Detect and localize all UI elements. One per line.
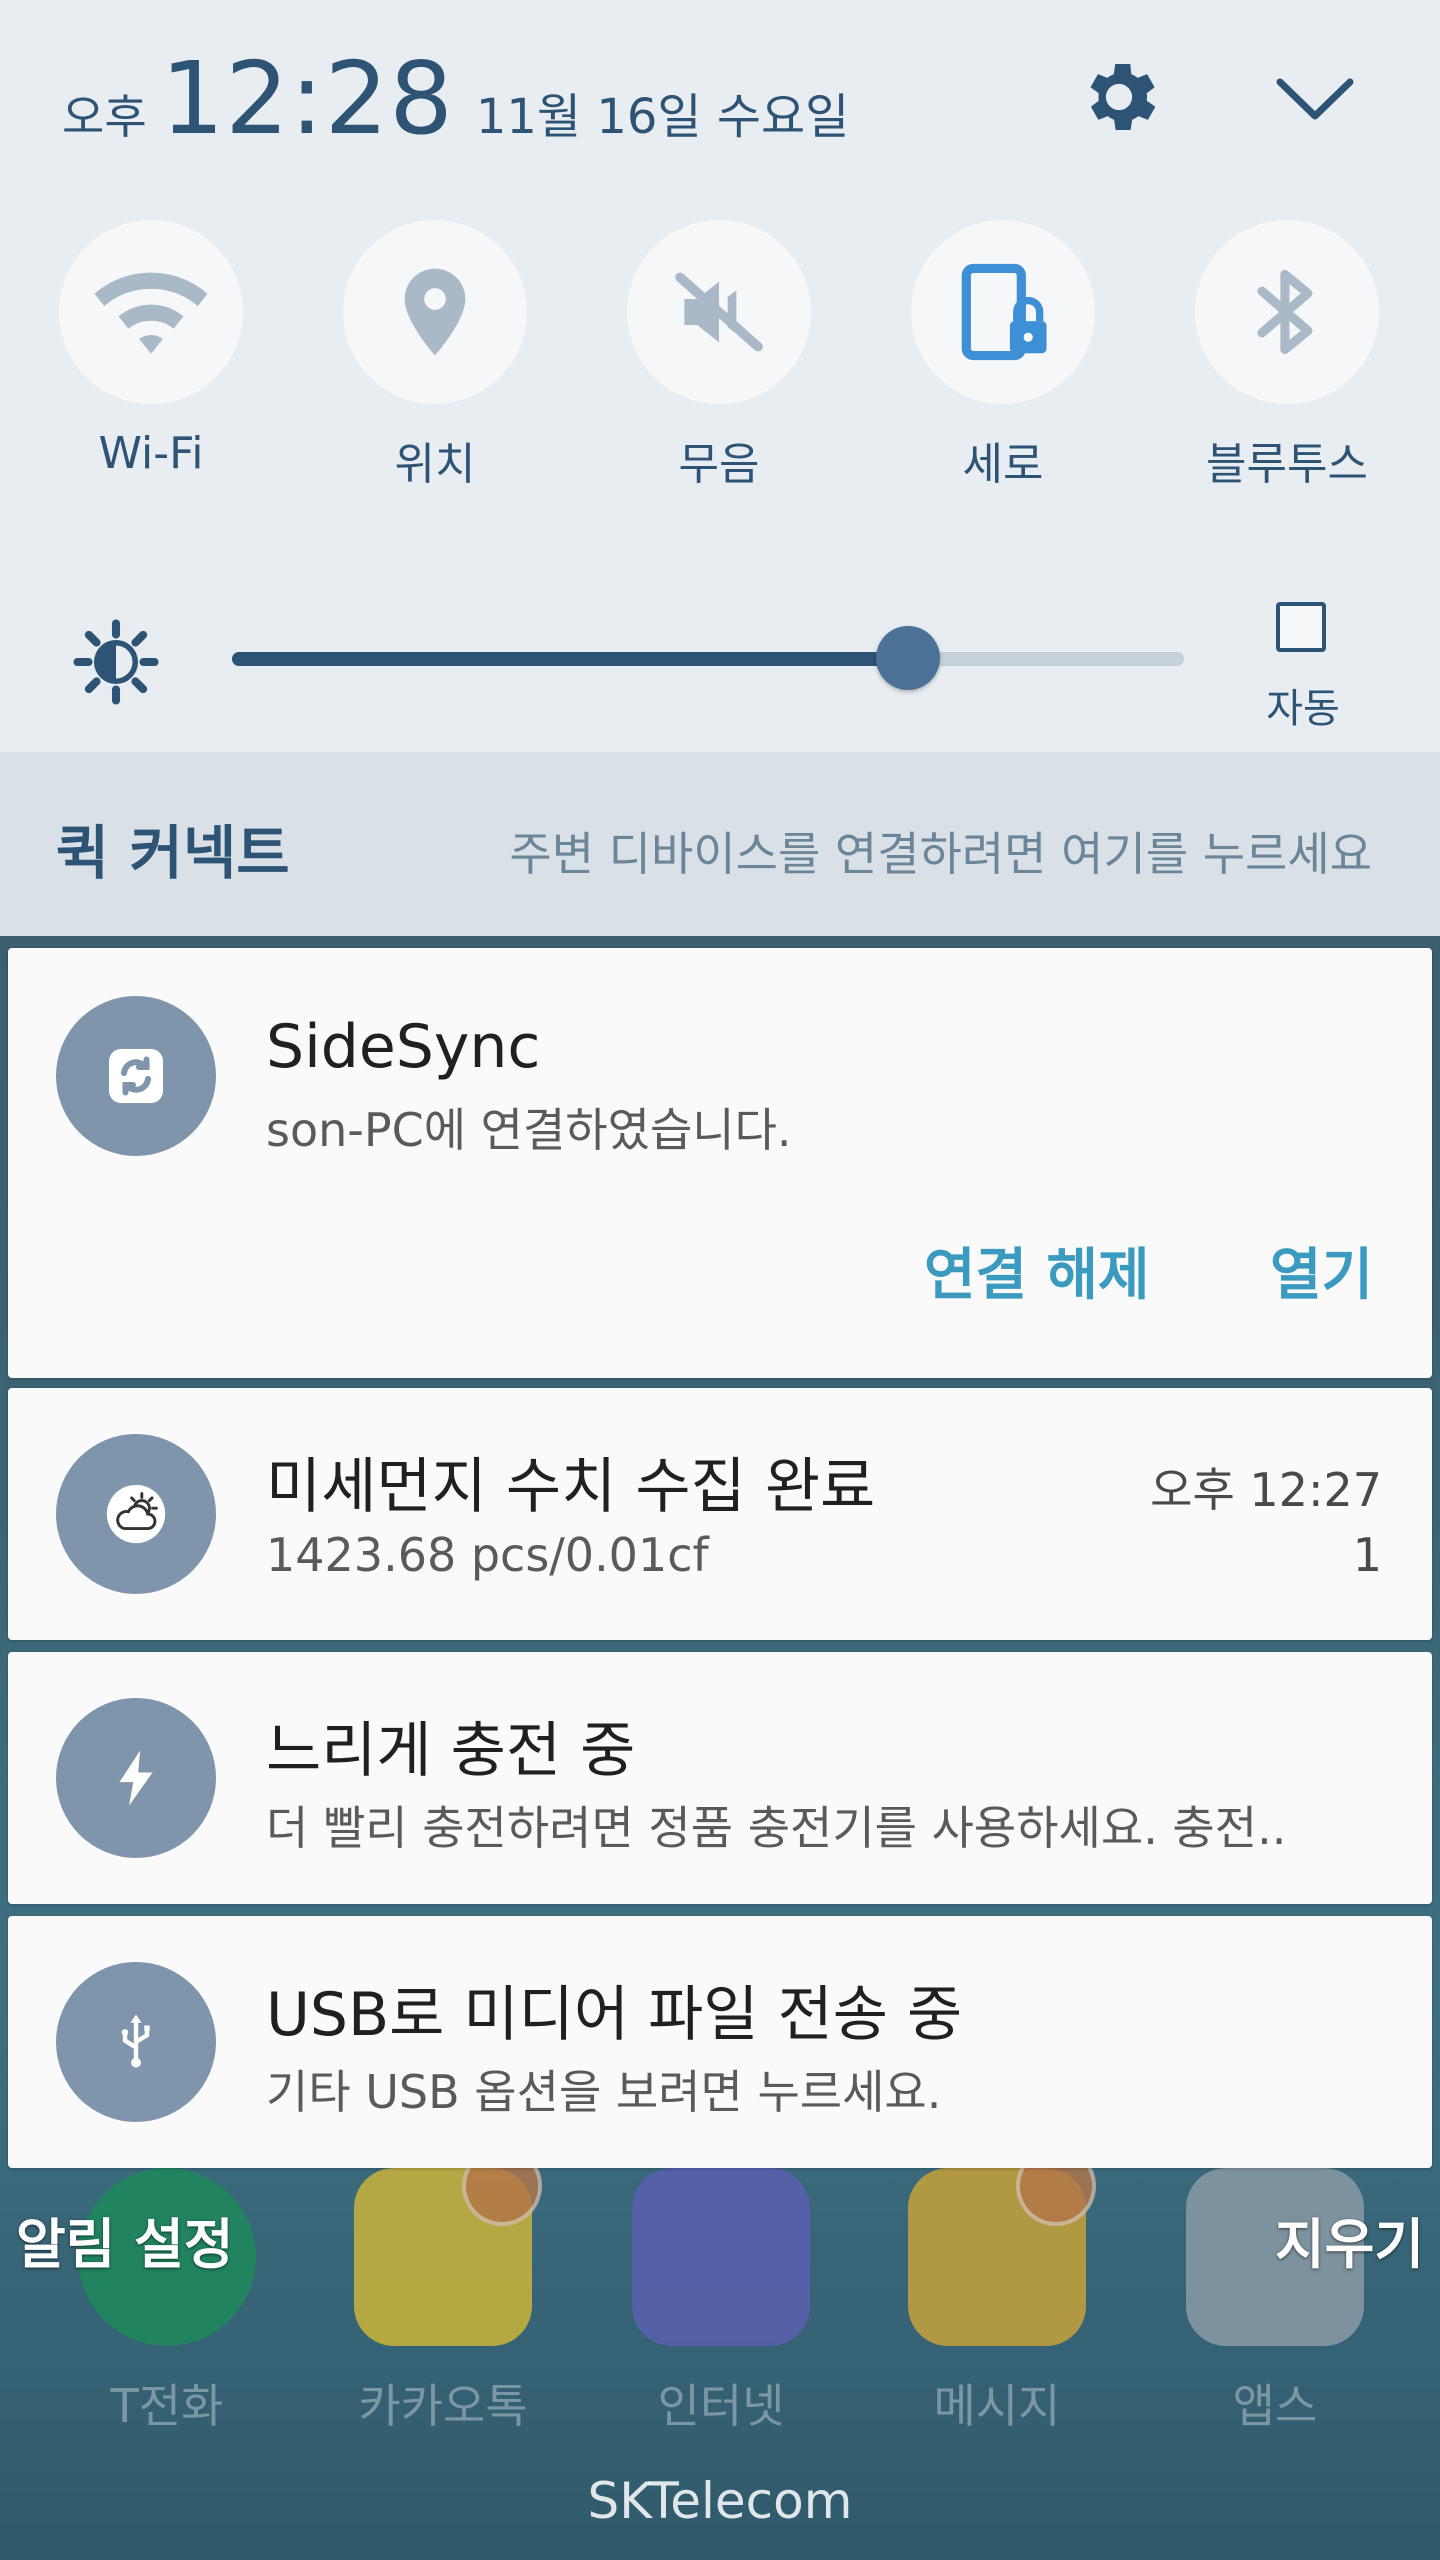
notification-time: 오후 12:27 — [1150, 1463, 1382, 1517]
notification-title: USB로 미디어 파일 전송 중 — [266, 1980, 963, 2050]
qs-label: Wi-Fi — [98, 428, 204, 479]
sidesync-icon — [56, 996, 216, 1156]
qs-label: 블루투스 — [1206, 439, 1368, 490]
quick-connect-hint: 주변 디바이스를 연결하려면 여기를 누르세요 — [509, 827, 1372, 881]
mute-icon — [675, 272, 763, 352]
notification-card-usb[interactable]: USB로 미디어 파일 전송 중 기타 USB 옵션을 보려면 누르세요. — [8, 1916, 1432, 2168]
qs-tile-mute[interactable]: 무음 — [604, 220, 834, 490]
dock-app-label: 앱스 — [1232, 2379, 1318, 2433]
quick-connect-title: 퀵 커넥트 — [56, 819, 290, 887]
qs-label: 세로 — [962, 439, 1044, 490]
qs-label: 무음 — [678, 439, 760, 490]
ampm-label: 오후 — [62, 90, 147, 144]
carrier-label: SKTelecom — [587, 2472, 853, 2530]
notification-text: 1423.68 pcs/0.01cf — [266, 1528, 709, 1582]
brightness-slider-thumb[interactable] — [875, 626, 940, 690]
clock[interactable]: 12:28 — [161, 40, 454, 157]
notification-card-sidesync[interactable]: SideSync son-PC에 연결하였습니다. 연결 해제 열기 — [8, 948, 1432, 1378]
date-label[interactable]: 11월 16일 수요일 — [476, 77, 849, 147]
dock-app-label: T전화 — [110, 2379, 224, 2433]
qs-tile-bluetooth[interactable]: 블루투스 — [1172, 220, 1402, 490]
qs-button[interactable] — [1195, 220, 1379, 404]
notification-title: 미세먼지 수치 수집 완료 — [266, 1452, 876, 1522]
qs-tile-wifi[interactable]: Wi-Fi — [36, 220, 266, 490]
kakaotalk-icon — [354, 2146, 542, 2346]
dock-app-internet[interactable]: 인터넷 — [626, 2168, 816, 2433]
notification-text: 더 빨리 충전하려면 정품 충전기를 사용하세요. 충전.. — [266, 1801, 1287, 1855]
globe-icon — [632, 2168, 810, 2346]
dock-app-label: 인터넷 — [657, 2379, 785, 2433]
quick-connect-bar[interactable]: 퀵 커넥트 주변 디바이스를 연결하려면 여기를 누르세요 — [0, 752, 1440, 936]
dock-app-label: 카카오톡 — [358, 2379, 528, 2433]
qs-button[interactable] — [911, 220, 1095, 404]
gear-icon[interactable] — [1074, 52, 1164, 142]
qs-tile-rotation[interactable]: 세로 — [888, 220, 1118, 490]
bluetooth-icon — [1257, 269, 1313, 355]
location-icon — [404, 268, 466, 356]
auto-brightness-label: 자동 — [1266, 686, 1340, 732]
notification-title: SideSync — [266, 1012, 541, 1082]
disconnect-button[interactable]: 연결 해제 — [924, 1230, 1150, 1311]
qs-tile-location[interactable]: 위치 — [320, 220, 550, 490]
clear-all-button[interactable]: 지우기 — [1275, 2200, 1424, 2279]
wifi-icon — [94, 272, 208, 354]
quick-panel: 오후 12:28 11월 16일 수요일 Wi-Fi 위치 무음 세로 블루투스… — [0, 0, 1440, 752]
usb-icon — [56, 1962, 216, 2122]
qs-button[interactable] — [627, 220, 811, 404]
brightness-slider-fill — [232, 652, 908, 666]
chevron-down-icon[interactable] — [1272, 64, 1358, 134]
dock-app-messages[interactable]: 메시지 — [902, 2146, 1096, 2433]
dock-app-kakaotalk[interactable]: 카카오톡 — [348, 2146, 542, 2433]
lightning-icon — [56, 1698, 216, 1858]
notification-card-charging[interactable]: 느리게 충전 중 더 빨리 충전하려면 정품 충전기를 사용하세요. 충전.. — [8, 1652, 1432, 1904]
notification-card-dust[interactable]: 미세먼지 수치 수집 완료 1423.68 pcs/0.01cf 오후 12:2… — [8, 1388, 1432, 1640]
open-button[interactable]: 열기 — [1270, 1230, 1373, 1311]
qs-button[interactable] — [343, 220, 527, 404]
notification-settings-button[interactable]: 알림 설정 — [16, 2200, 234, 2279]
status-time-row: 오후 12:28 11월 16일 수요일 — [62, 40, 849, 157]
portrait-lock-icon — [961, 263, 1047, 361]
notification-count: 1 — [1352, 1528, 1382, 1582]
brightness-icon — [72, 618, 160, 706]
notification-text: son-PC에 연결하였습니다. — [266, 1103, 792, 1157]
dock-app-label: 메시지 — [933, 2379, 1061, 2433]
weather-icon — [56, 1434, 216, 1594]
qs-label: 위치 — [394, 439, 476, 490]
auto-brightness-checkbox[interactable] — [1276, 602, 1326, 652]
notification-title: 느리게 충전 중 — [266, 1716, 636, 1786]
envelope-icon — [908, 2146, 1096, 2346]
notification-text: 기타 USB 옵션을 보려면 누르세요. — [266, 2065, 942, 2119]
qs-button[interactable] — [59, 220, 243, 404]
